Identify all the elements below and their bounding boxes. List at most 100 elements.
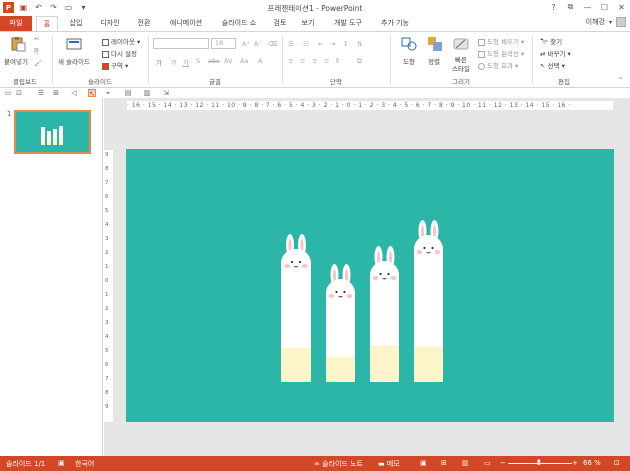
table-icon[interactable]: ⊞ <box>52 89 60 97</box>
slide-canvas[interactable] <box>126 149 614 422</box>
arrange-icon[interactable] <box>427 36 443 52</box>
numbering-icon[interactable]: ☷ <box>303 40 309 48</box>
paste-button[interactable]: 붙여넣기 <box>4 56 28 66</box>
ribbon-display-button[interactable]: ⧉ <box>562 0 579 14</box>
tool-icon[interactable]: ⌖ <box>104 89 112 97</box>
title-bar: P ▣ ↶ ↷ ▭ ▾ 프레젠테이션1 - PowerPoint ? ⧉ — ☐… <box>0 0 630 16</box>
shape-fill-button[interactable]: 도형 채우기 ▾ <box>478 36 524 46</box>
tool-icon[interactable]: ▤ <box>124 89 132 97</box>
tab-insert[interactable]: 삽입 <box>64 16 88 31</box>
section-button[interactable]: 구역 ▾ <box>102 60 128 70</box>
increase-indent-icon[interactable]: ⇥ <box>330 40 335 48</box>
help-button[interactable]: ? <box>545 0 562 14</box>
selection-pointer-icon[interactable]: ↖ <box>88 89 96 98</box>
format-painter-icon[interactable]: 🖌 <box>34 59 42 67</box>
underline-icon[interactable]: 가 <box>183 57 189 67</box>
find-button[interactable]: 🔭 찾기 <box>540 36 562 46</box>
align-left-icon[interactable]: ≡ <box>288 57 293 65</box>
tool-icon[interactable]: ▥ <box>143 89 151 97</box>
zoom-in-button[interactable]: + <box>572 459 578 467</box>
reading-view-button[interactable]: ▥ <box>462 459 469 467</box>
shape-outline-button[interactable]: 도형 윤곽선 ▾ <box>478 48 524 58</box>
char-spacing-icon[interactable]: AV <box>224 57 232 65</box>
toolbar-icon[interactable]: ⊡ <box>15 89 23 97</box>
reset-button[interactable]: 다시 설정 <box>102 48 137 58</box>
tab-file[interactable]: 파일 <box>0 16 32 31</box>
slide-sorter-button[interactable]: ⊞ <box>441 459 447 467</box>
audio-icon[interactable]: ◁ <box>70 89 78 97</box>
new-slide-button[interactable]: 새 슬라이드 <box>58 56 90 66</box>
change-case-icon[interactable]: Aa <box>240 57 248 65</box>
collapse-ribbon-icon[interactable]: ⌃ <box>618 76 623 84</box>
maximize-button[interactable]: ☐ <box>596 0 613 14</box>
tab-design[interactable]: 디자인 <box>95 16 125 31</box>
quick-styles-icon[interactable] <box>453 36 469 52</box>
font-name-dropdown[interactable] <box>153 38 209 49</box>
bunny-cheek <box>390 276 397 280</box>
smartart-icon[interactable]: ⧉ <box>357 57 362 66</box>
language-indicator[interactable]: 한국어 <box>75 459 94 469</box>
user-account[interactable]: 이해강 ▾ <box>586 17 626 27</box>
zoom-level[interactable]: 66 % <box>583 459 601 467</box>
arrange-button[interactable]: 정렬 <box>428 56 440 66</box>
slideshow-button[interactable]: ▭ <box>484 459 491 467</box>
tab-slideshow[interactable]: 슬라이드 쇼 <box>215 16 263 31</box>
minimize-button[interactable]: — <box>579 0 596 14</box>
reset-icon <box>102 50 109 58</box>
spellcheck-icon[interactable]: ▣ <box>58 459 65 467</box>
fit-slide-icon[interactable]: ⊡ <box>614 459 620 467</box>
align-center-icon[interactable]: ≡ <box>300 57 305 65</box>
copy-icon[interactable]: ⎘ <box>34 47 39 56</box>
bunny-cheek <box>416 250 423 254</box>
tab-developer[interactable]: 개발 도구 <box>328 16 368 31</box>
shadow-icon[interactable]: S <box>196 57 200 65</box>
tab-home[interactable]: 홈 <box>36 16 58 32</box>
italic-icon[interactable]: 가 <box>170 57 176 67</box>
font-size-dropdown[interactable]: 18 <box>211 38 236 49</box>
bunny-cheek <box>284 264 290 268</box>
tab-review[interactable]: 검토 <box>269 16 291 31</box>
shapes-icon[interactable] <box>401 36 417 52</box>
bunny-eye <box>335 290 338 294</box>
notes-button[interactable]: ≐ 슬라이드 노트 <box>314 459 363 469</box>
shapes-button[interactable]: 도형 <box>403 56 415 66</box>
cut-icon[interactable]: ✂ <box>34 35 39 43</box>
close-button[interactable]: ✕ <box>613 0 630 14</box>
ruler-tick: 4 <box>105 334 109 340</box>
replace-button[interactable]: ⇄ 바꾸기 ▾ <box>540 48 571 58</box>
zoom-out-button[interactable]: − <box>500 459 506 467</box>
clear-format-icon[interactable]: ⌫ <box>268 40 277 48</box>
outline-icon[interactable]: ☰ <box>37 89 45 97</box>
bold-icon[interactable]: 가 <box>156 57 162 67</box>
decrease-font-icon[interactable]: A⁻ <box>254 40 262 48</box>
text-direction-icon[interactable]: ⇅ <box>357 40 362 48</box>
tab-addins[interactable]: 추가 기능 <box>375 16 415 31</box>
normal-view-icon[interactable]: ▭ <box>4 89 12 97</box>
paste-icon[interactable] <box>10 36 26 52</box>
line-spacing-icon[interactable]: ↕ <box>343 40 348 48</box>
tab-animations[interactable]: 애니메이션 <box>163 16 209 31</box>
layout-button[interactable]: 레이아웃 ▾ <box>102 36 140 46</box>
normal-view-button[interactable]: ▣ <box>420 459 427 467</box>
bullets-icon[interactable]: ☰ <box>288 40 294 48</box>
new-slide-icon[interactable] <box>66 36 82 52</box>
increase-font-icon[interactable]: A⁺ <box>242 40 250 48</box>
group-label-paragraph: 단락 <box>330 78 342 86</box>
group-label-clipboard: 클립보드 <box>13 78 37 86</box>
comments-button[interactable]: ▬ 메모 <box>378 459 400 469</box>
strikethrough-icon[interactable]: abc <box>208 57 220 65</box>
zoom-slider-thumb[interactable]: ▮ <box>537 458 541 466</box>
slide-thumbnail[interactable] <box>14 110 91 154</box>
justify-icon[interactable]: ≡ <box>324 57 329 65</box>
ruler-tick: 2 <box>105 306 109 312</box>
tab-view[interactable]: 보기 <box>297 16 319 31</box>
columns-icon[interactable]: ⫴ <box>336 57 339 66</box>
align-right-icon[interactable]: ≡ <box>312 57 317 65</box>
font-color-icon[interactable]: A <box>258 57 262 65</box>
shape-effects-button[interactable]: 도형 효과 ▾ <box>478 60 518 70</box>
decrease-indent-icon[interactable]: ⇤ <box>318 40 323 48</box>
quick-styles-button-line2[interactable]: 스타일 <box>452 63 470 73</box>
tab-transitions[interactable]: 전환 <box>131 16 157 31</box>
select-button[interactable]: ↖ 선택 ▾ <box>540 60 565 70</box>
tool-icon[interactable]: ⇲ <box>162 89 170 97</box>
